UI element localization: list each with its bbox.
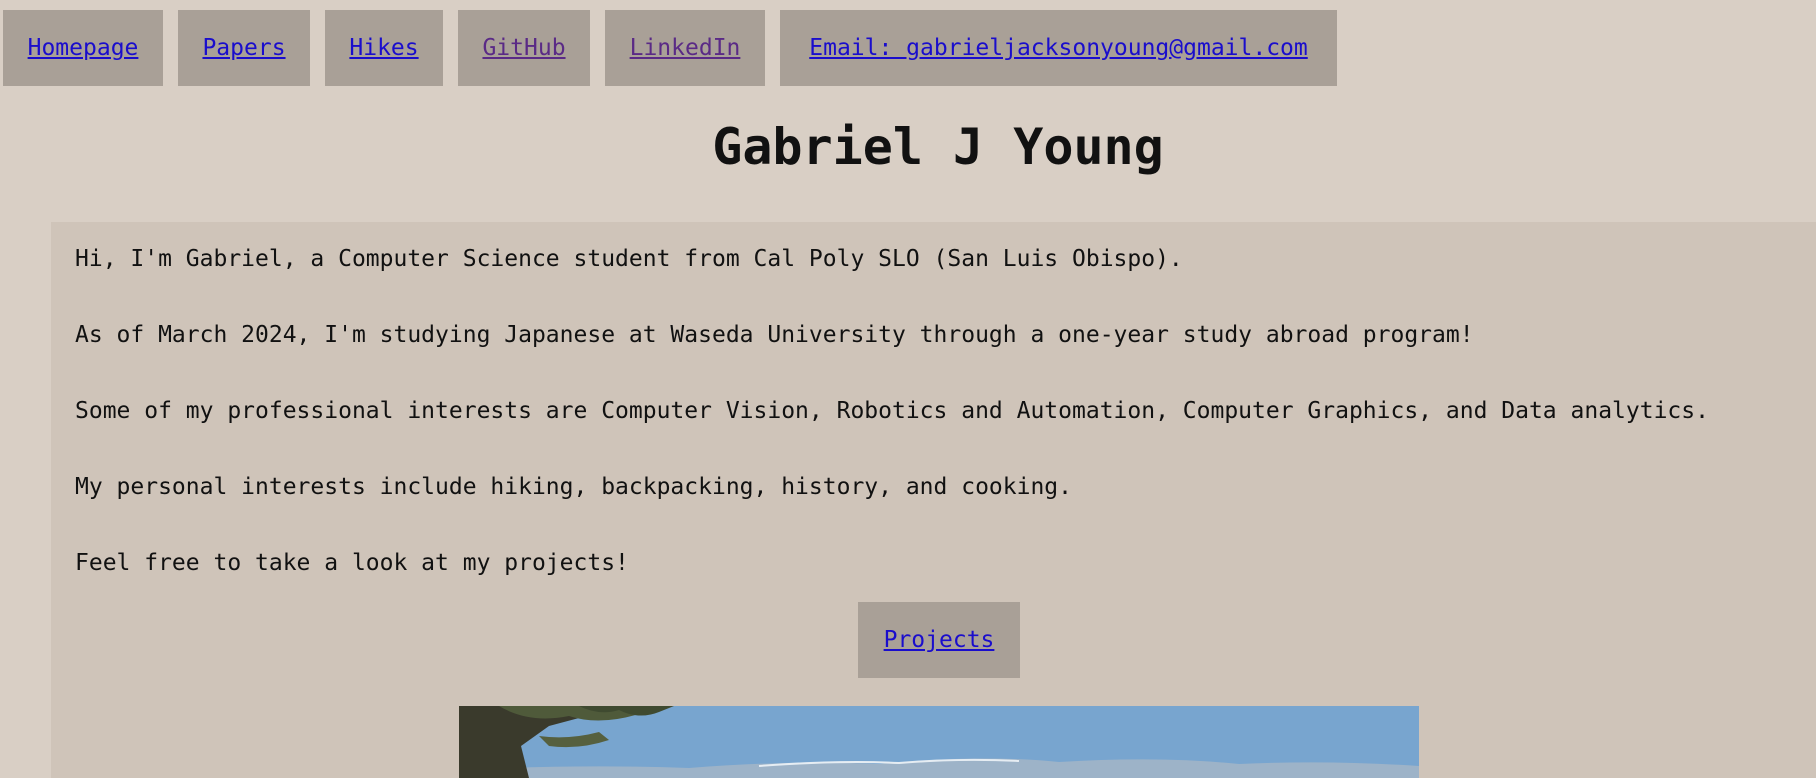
nav-github-link[interactable]: GitHub [458,10,590,86]
intro-paragraph: As of March 2024, I'm studying Japanese … [75,322,1474,348]
intro-paragraph: Some of my professional interests are Co… [75,398,1709,424]
intro-paragraph: Feel free to take a look at my projects! [75,550,629,576]
nav-linkedin-link[interactable]: LinkedIn [605,10,765,86]
page-title: Gabriel J Young [712,118,1164,176]
intro-section: Hi, I'm Gabriel, a Computer Science stud… [51,222,1816,778]
intro-paragraph: Hi, I'm Gabriel, a Computer Science stud… [75,246,1183,272]
top-nav: Homepage Papers Hikes GitHub LinkedIn Em… [3,10,1337,86]
landscape-photo-graphic [459,706,1419,778]
intro-paragraph: My personal interests include hiking, ba… [75,474,1072,500]
projects-button[interactable]: Projects [858,602,1020,678]
nav-hikes-link[interactable]: Hikes [325,10,443,86]
landscape-photo [459,706,1419,778]
nav-email-link[interactable]: Email: gabrieljacksonyoung@gmail.com [780,10,1337,86]
nav-papers-link[interactable]: Papers [178,10,310,86]
nav-homepage-link[interactable]: Homepage [3,10,163,86]
